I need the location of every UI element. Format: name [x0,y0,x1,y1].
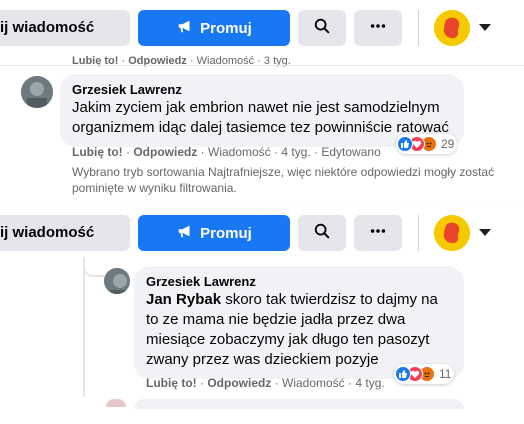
reply-actions: Lubię to! · Odpowiedz · Wiadomość · 4 ty… [146,376,385,390]
avatar[interactable] [106,399,126,407]
more-options-button[interactable] [354,10,402,46]
reply-link[interactable]: Odpowiedz [207,376,271,390]
reply-meta: · Wiadomość · 4 tyg. [274,376,385,390]
reply-text: Jan Rybak skoro tak twierdzisz to dajmy … [146,290,452,370]
more-dots-icon [369,222,387,245]
megaphone-icon [176,17,194,39]
top-bar: ij wiadomość Promuj [0,205,524,257]
page-avatar[interactable] [434,215,470,251]
screenshot: ij wiadomość Promuj Lubię to! · Odpowied… [0,0,524,424]
send-message-button[interactable]: ij wiadomość [0,215,130,251]
comment-author[interactable]: Grzesiek Lawrenz [72,81,452,98]
page-avatar[interactable] [434,10,470,46]
chevron-down-icon[interactable] [479,229,491,236]
promote-button[interactable]: Promuj [138,10,290,46]
like-link[interactable]: Lubię to! [146,376,197,390]
reply-link[interactable]: Odpowiedz [133,145,197,159]
search-button[interactable] [298,10,346,46]
promote-label: Promuj [200,224,252,242]
more-options-button[interactable] [354,215,402,251]
like-reaction-icon [397,136,413,152]
comment-meta: · Wiadomość · 4 tyg. · Edytowano [200,145,381,159]
embryo-logo-icon [434,10,470,46]
promote-button[interactable]: Promuj [138,215,290,251]
mention-link[interactable]: Jan Rybak [146,291,221,308]
reply-author[interactable]: Grzesiek Lawrenz [146,273,452,290]
reactions-summary[interactable]: 11 [394,364,455,384]
like-link[interactable]: Lubię to! [72,145,123,159]
sort-notice: Wybrano tryb sortowania Najtrafniejsze, … [72,165,495,195]
search-icon [313,222,331,245]
comment-actions: Lubię to! · Odpowiedz · Wiadomość · 4 ty… [72,145,381,159]
reaction-count: 11 [439,367,452,381]
search-icon [313,17,331,40]
reaction-count: 29 [441,137,455,151]
comment-section-2: Grzesiek Lawrenz Jan Rybak skoro tak twi… [0,257,524,424]
avatar[interactable] [104,268,130,294]
like-reaction-icon [395,366,411,382]
divider [418,215,419,251]
send-message-button[interactable]: ij wiadomość [0,10,130,46]
reactions-summary[interactable]: 29 [396,134,458,154]
thread-line [83,257,85,397]
reply-bubble [134,399,464,409]
divider [418,10,419,46]
avatar[interactable] [21,76,53,108]
top-bar: ij wiadomość Promuj [0,0,524,52]
more-dots-icon [369,17,387,40]
divider [0,65,524,66]
promote-label: Promuj [200,19,252,37]
megaphone-icon [176,222,194,244]
embryo-logo-icon [434,215,470,251]
reply-bubble: Grzesiek Lawrenz Jan Rybak skoro tak twi… [134,266,464,379]
chevron-down-icon[interactable] [479,24,491,31]
thread-connector [83,265,105,277]
comment-text: Jakim zyciem jak embrion nawet nie jest … [72,99,449,136]
search-button[interactable] [298,215,346,251]
comment-section-1: Lubię to! · Odpowiedz · Wiadomość · 3 ty… [0,52,524,205]
